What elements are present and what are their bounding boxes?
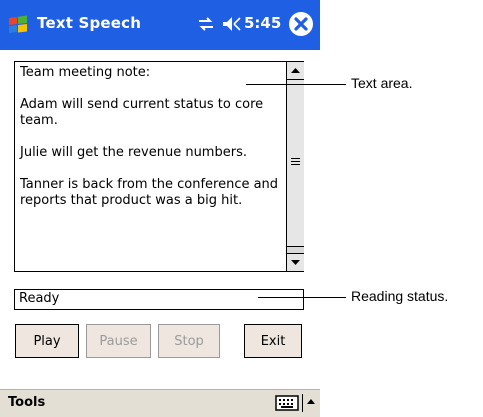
reading-status-field: Ready [14,289,304,310]
scroll-down-button[interactable] [287,253,304,271]
scroll-up-button[interactable] [287,62,304,80]
stop-button[interactable]: Stop [158,324,220,358]
keyboard-icon[interactable] [275,394,299,412]
text-line: Adam will send current status to core te… [20,97,264,128]
grip-icon [291,158,300,165]
windows-flag-icon[interactable] [6,13,30,37]
text-line: Julie will get the revenue numbers. [20,145,247,160]
status-text: Ready [19,291,60,306]
vertical-scrollbar[interactable] [286,62,304,271]
menubar-separator [302,394,303,412]
pause-button[interactable]: Pause [86,324,151,358]
scroll-thumb[interactable] [287,80,304,247]
callout-text-area: Text area. [351,75,413,91]
close-icon [294,17,308,31]
text-area[interactable]: Team meeting note: Adam will send curren… [14,61,304,272]
callout-line-reading-status [258,297,346,298]
clock[interactable]: 5:45 [244,14,281,32]
input-panel-arrow-icon[interactable] [305,396,317,408]
callout-reading-status: Reading status. [351,288,449,304]
connectivity-icon[interactable] [197,15,215,33]
app-title: Text Speech [37,14,142,32]
text-line: Team meeting note: [20,65,151,80]
device-screen: Text Speech 5:45 Team meeting note: Adam… [0,0,320,417]
text-area-content: Team meeting note: Adam will send curren… [20,65,280,225]
speaker-icon[interactable] [222,15,242,33]
exit-button[interactable]: Exit [244,324,302,358]
scroll-up-icon [291,68,300,73]
close-button[interactable] [289,12,313,36]
play-button[interactable]: Play [15,324,79,358]
text-line: Tanner is back from the conference and r… [20,177,279,208]
callout-line-text-area [246,84,346,85]
scroll-down-icon [291,260,300,265]
menu-bar: Tools [0,389,320,417]
title-bar: Text Speech 5:45 [0,0,320,50]
tools-menu[interactable]: Tools [8,395,45,410]
